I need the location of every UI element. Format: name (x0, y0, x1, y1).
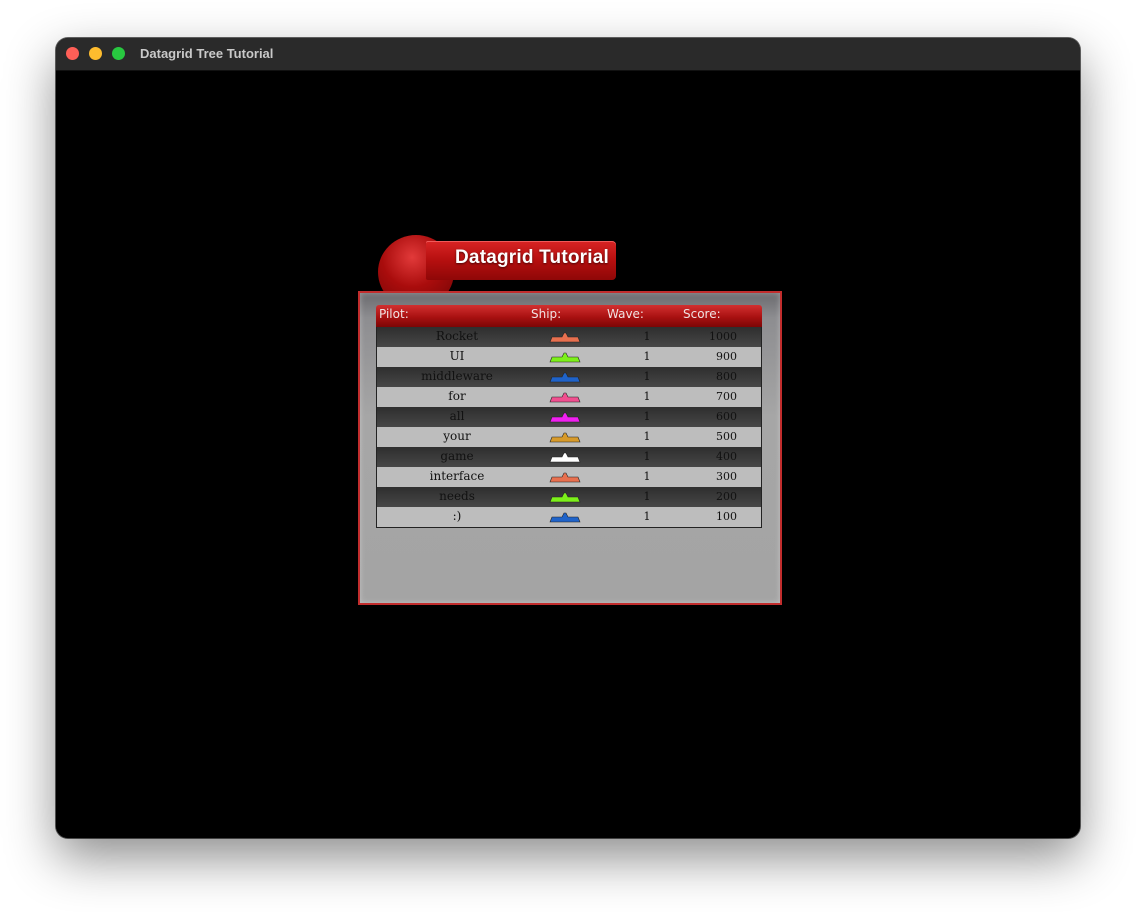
pilot-cell: your (443, 429, 471, 443)
header-wave[interactable]: Wave: (607, 307, 644, 321)
table-row[interactable]: all 1 600 (377, 407, 761, 427)
app-window: Datagrid Tree Tutorial Datagrid Tutorial… (56, 38, 1080, 838)
score-cell: 700 (716, 390, 737, 403)
ship-icon (549, 472, 581, 483)
score-cell: 800 (716, 370, 737, 383)
wave-cell: 1 (643, 510, 651, 523)
header-score[interactable]: Score: (683, 307, 721, 321)
score-cell: 900 (716, 350, 737, 363)
ship-icon (549, 432, 581, 443)
ship-icon (549, 492, 581, 503)
title-bar: Datagrid Tree Tutorial (56, 38, 1080, 71)
wave-cell: 1 (643, 370, 651, 383)
table-row[interactable]: :) 1 100 (377, 507, 761, 527)
ship-icon (549, 372, 581, 383)
datagrid-header: Pilot: Ship: Wave: Score: (376, 305, 762, 327)
game-canvas: Datagrid Tutorial Pilot: Ship: Wave: Sco… (56, 71, 1080, 838)
wave-cell: 1 (643, 470, 651, 483)
table-row[interactable]: your 1 500 (377, 427, 761, 447)
minimize-window-button[interactable] (89, 47, 102, 60)
table-row[interactable]: middleware 1 800 (377, 367, 761, 387)
pilot-cell: middleware (421, 369, 493, 383)
score-cell: 300 (716, 470, 737, 483)
pilot-cell: game (440, 449, 474, 463)
score-cell: 1000 (709, 330, 737, 343)
pilot-cell: for (448, 389, 466, 403)
pilot-cell: all (449, 409, 465, 423)
datagrid[interactable]: Pilot: Ship: Wave: Score: Rocket 1 1000 UI 1… (376, 305, 762, 528)
ship-icon (549, 392, 581, 403)
ship-icon (549, 512, 581, 523)
pilot-cell: UI (449, 349, 465, 363)
table-row[interactable]: for 1 700 (377, 387, 761, 407)
table-row[interactable]: Rocket 1 1000 (377, 327, 761, 347)
banner-title: Datagrid Tutorial (455, 247, 609, 268)
pilot-cell: needs (439, 489, 475, 503)
ship-icon (549, 412, 581, 423)
maximize-window-button[interactable] (112, 47, 125, 60)
table-row[interactable]: UI 1 900 (377, 347, 761, 367)
score-cell: 500 (716, 430, 737, 443)
ship-icon (549, 332, 581, 343)
wave-cell: 1 (643, 350, 651, 363)
table-row[interactable]: interface 1 300 (377, 467, 761, 487)
table-row[interactable]: needs 1 200 (377, 487, 761, 507)
close-window-button[interactable] (66, 47, 79, 60)
wave-cell: 1 (643, 410, 651, 423)
datagrid-body: Rocket 1 1000 UI 1 900 middleware 1 800 for 1 700 al… (376, 327, 762, 528)
ship-icon (549, 352, 581, 363)
ship-icon (549, 452, 581, 463)
datagrid-panel: Pilot: Ship: Wave: Score: Rocket 1 1000 UI 1… (358, 291, 782, 605)
wave-cell: 1 (643, 330, 651, 343)
header-pilot[interactable]: Pilot: (379, 307, 409, 321)
pilot-cell: interface (429, 469, 485, 483)
wave-cell: 1 (643, 390, 651, 403)
score-cell: 600 (716, 410, 737, 423)
window-title: Datagrid Tree Tutorial (140, 46, 274, 61)
score-cell: 100 (716, 510, 737, 523)
pilot-cell: :) (452, 509, 462, 523)
wave-cell: 1 (643, 450, 651, 463)
wave-cell: 1 (643, 490, 651, 503)
pilot-cell: Rocket (435, 329, 479, 343)
table-row[interactable]: game 1 400 (377, 447, 761, 467)
score-cell: 200 (716, 490, 737, 503)
score-cell: 400 (716, 450, 737, 463)
wave-cell: 1 (643, 430, 651, 443)
header-ship[interactable]: Ship: (531, 307, 561, 321)
